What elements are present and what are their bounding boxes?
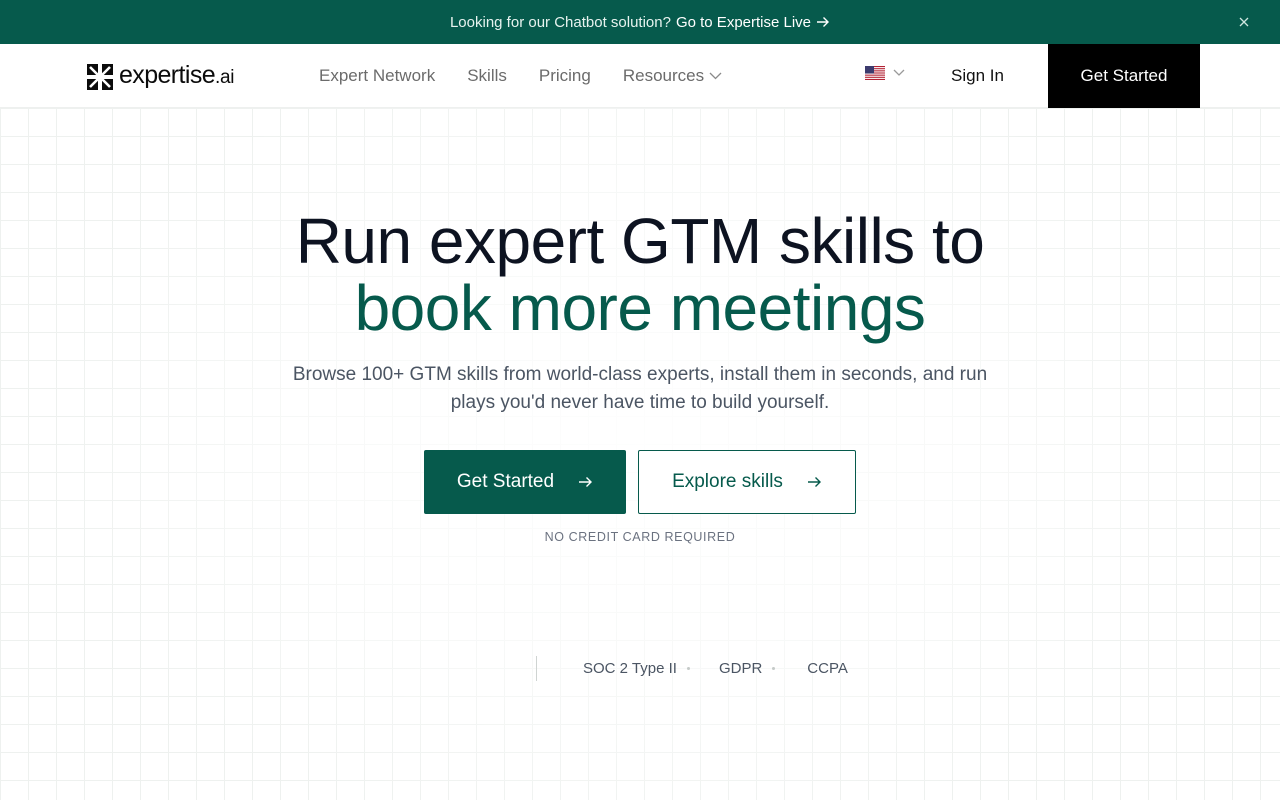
us-flag-icon xyxy=(865,66,885,80)
explore-skills-label: Explore skills xyxy=(672,471,783,492)
separator-dot xyxy=(772,667,776,670)
announcement-banner: Looking for our Chatbot solution? Go to … xyxy=(0,0,1280,44)
banner-link-label: Go to Expertise Live xyxy=(675,13,812,31)
get-started-nav-button[interactable]: Get Started xyxy=(1048,44,1200,108)
nav-link-expert-network[interactable]: Expert Network xyxy=(319,66,435,86)
arrow-right-icon xyxy=(579,477,593,487)
close-icon xyxy=(1239,17,1249,27)
hero-section: Run expert GTM skills to book more meeti… xyxy=(0,108,1280,800)
banner-text: Looking for our Chatbot solution? xyxy=(449,13,671,31)
explore-skills-button[interactable]: Explore skills xyxy=(638,450,856,514)
nav-link-resources-label: Resources xyxy=(622,66,705,85)
logo-mark-icon xyxy=(87,63,113,90)
arrow-right-icon xyxy=(807,477,821,487)
logo[interactable]: expertise.ai xyxy=(87,61,235,92)
get-started-button[interactable]: Get Started xyxy=(424,450,626,514)
compliance-badges: SOC 2 Type II GDPR CCPA xyxy=(536,656,848,681)
hero-heading-accent: book more meetings xyxy=(354,272,926,344)
hero-heading: Run expert GTM skills to xyxy=(295,205,985,277)
chevron-down-icon xyxy=(709,72,722,80)
logo-wordmark: expertise.ai xyxy=(119,61,235,89)
arrow-right-icon xyxy=(817,17,830,27)
no-credit-card-note: NO CREDIT CARD REQUIRED xyxy=(544,530,736,544)
gdpr-badge: GDPR xyxy=(718,660,763,677)
get-started-label: Get Started xyxy=(456,471,555,492)
sign-in-link[interactable]: Sign In xyxy=(951,44,1004,108)
ccpa-badge: CCPA xyxy=(807,660,848,677)
soc2-badge: SOC 2 Type II xyxy=(583,660,677,677)
close-banner-button[interactable] xyxy=(1236,14,1252,30)
nav-links: Expert Network Skills Pricing Resources xyxy=(319,44,754,108)
top-navigation: expertise.ai Expert Network Skills Prici… xyxy=(0,44,1280,108)
nav-link-skills[interactable]: Skills xyxy=(467,66,507,86)
nav-link-pricing[interactable]: Pricing xyxy=(539,66,591,86)
compliance-divider xyxy=(536,656,537,681)
language-selector[interactable] xyxy=(865,66,905,80)
chevron-down-icon xyxy=(893,69,905,76)
expertise-live-link[interactable]: Go to Expertise Live xyxy=(676,14,830,31)
hero-subtitle: Browse 100+ GTM skills from world-class … xyxy=(292,364,988,413)
separator-dot xyxy=(686,667,690,670)
nav-link-resources[interactable]: Resources xyxy=(623,66,722,86)
